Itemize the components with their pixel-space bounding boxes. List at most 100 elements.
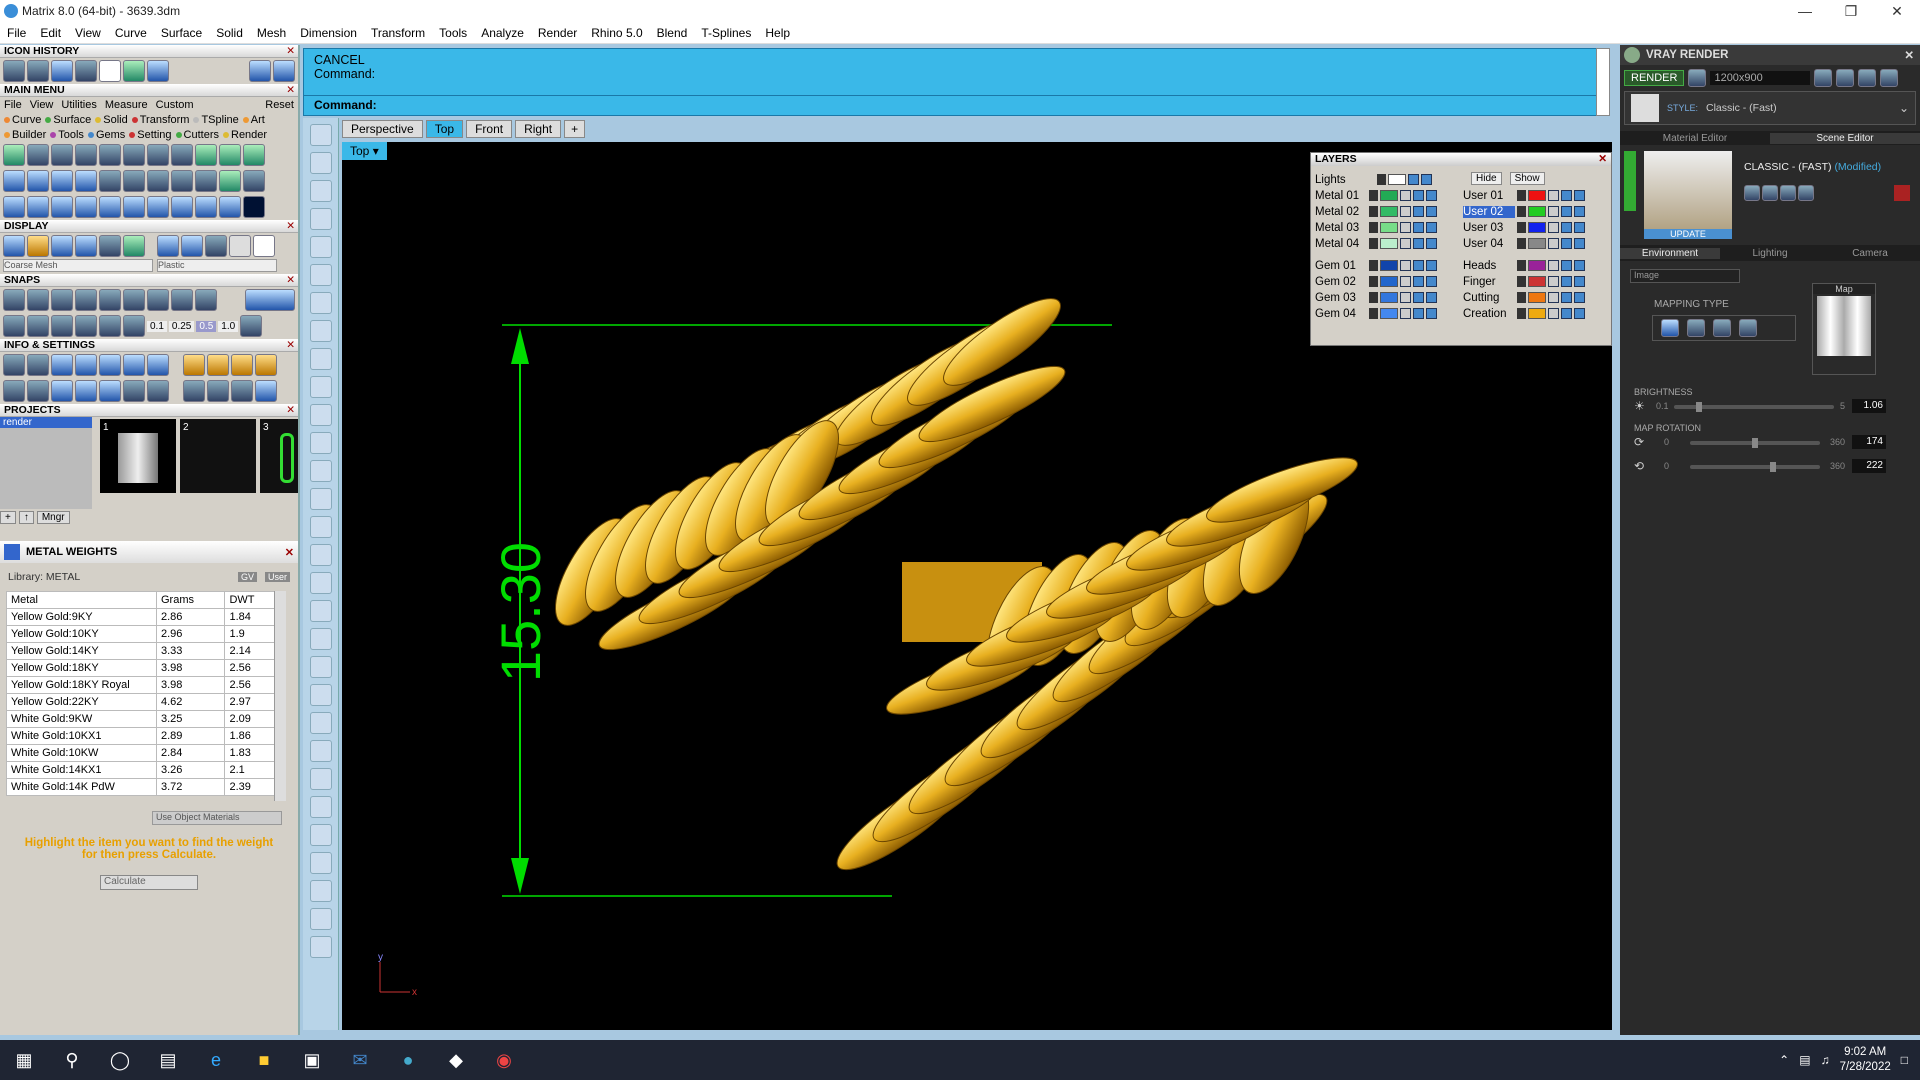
resolution-dropdown[interactable]: 1200x900 bbox=[1710, 71, 1811, 85]
draw-tool-icon[interactable] bbox=[309, 712, 332, 734]
material-dropdown[interactable]: Plastic bbox=[157, 259, 277, 272]
tab-environment[interactable]: Environment bbox=[1620, 247, 1720, 259]
draw-tool-icon[interactable] bbox=[309, 628, 332, 650]
edge-icon[interactable]: e bbox=[192, 1040, 240, 1080]
sphere-icon[interactable] bbox=[205, 235, 227, 257]
tool-icon[interactable] bbox=[27, 196, 49, 218]
color-swatch[interactable] bbox=[1528, 190, 1546, 201]
sphere-icon[interactable] bbox=[157, 235, 179, 257]
menu-view[interactable]: View bbox=[68, 26, 108, 40]
settings-icon[interactable] bbox=[3, 354, 25, 376]
display-icon[interactable] bbox=[3, 235, 25, 257]
color-swatch[interactable] bbox=[1380, 206, 1398, 217]
tool-icon[interactable] bbox=[171, 196, 193, 218]
draw-tool-icon[interactable] bbox=[309, 292, 332, 314]
tool-icon[interactable] bbox=[75, 170, 97, 192]
info-icon[interactable] bbox=[183, 354, 205, 376]
tab-scene-editor[interactable]: Scene Editor bbox=[1770, 132, 1920, 144]
render-icon[interactable] bbox=[1574, 222, 1585, 233]
expand-icon[interactable] bbox=[1377, 174, 1386, 185]
image-map-icon[interactable] bbox=[1739, 319, 1757, 337]
mm-art[interactable]: Art bbox=[242, 114, 265, 126]
tool-icon[interactable] bbox=[99, 170, 121, 192]
snap-icon[interactable] bbox=[27, 315, 49, 337]
tool-icon[interactable] bbox=[51, 144, 73, 166]
snap-value-3[interactable]: 0.5 bbox=[196, 320, 217, 332]
visible-icon[interactable] bbox=[1561, 222, 1572, 233]
info-icon[interactable] bbox=[27, 380, 49, 402]
snap-icon[interactable] bbox=[75, 315, 97, 337]
lock-icon[interactable] bbox=[1408, 174, 1419, 185]
tool-icon[interactable] bbox=[195, 196, 217, 218]
col-metal[interactable]: Metal bbox=[6, 591, 157, 609]
grid-icon[interactable] bbox=[240, 315, 263, 337]
layout-icon[interactable] bbox=[1836, 69, 1855, 87]
visible-icon[interactable] bbox=[1413, 260, 1424, 271]
brightness-value[interactable]: 1.06 bbox=[1852, 399, 1886, 413]
render-icon[interactable] bbox=[1574, 238, 1585, 249]
menu-rhino[interactable]: Rhino 5.0 bbox=[584, 26, 649, 40]
visible-icon[interactable] bbox=[1561, 238, 1572, 249]
table-row[interactable]: White Gold:14KX1 3.26 2.1 bbox=[6, 761, 281, 779]
draw-tool-icon[interactable] bbox=[309, 264, 332, 286]
close-icon[interactable]: ✕ bbox=[1598, 153, 1607, 165]
history-icon[interactable] bbox=[51, 60, 73, 82]
mm-custom[interactable]: Custom bbox=[156, 99, 194, 111]
tab-right[interactable]: Right bbox=[515, 120, 562, 138]
draw-tool-icon[interactable] bbox=[309, 488, 332, 510]
volume-icon[interactable]: ♫ bbox=[1821, 1053, 1830, 1067]
draw-tool-icon[interactable] bbox=[309, 684, 332, 706]
lock-icon[interactable] bbox=[1548, 276, 1559, 287]
history-icon[interactable] bbox=[3, 60, 25, 82]
draw-tool-icon[interactable] bbox=[309, 460, 332, 482]
rotation-value-2[interactable]: 222 bbox=[1852, 459, 1886, 473]
close-icon[interactable]: ✕ bbox=[1904, 48, 1914, 62]
up-project-button[interactable]: ↑ bbox=[18, 511, 34, 524]
tool-icon[interactable] bbox=[219, 170, 241, 192]
mngr-button[interactable]: Mngr bbox=[36, 511, 70, 524]
layer-row[interactable]: Heads bbox=[1463, 258, 1585, 273]
layer-row[interactable]: Creation bbox=[1463, 306, 1585, 321]
mm-measure[interactable]: Measure bbox=[105, 99, 148, 111]
save-as-icon[interactable] bbox=[1762, 185, 1778, 201]
minimize-button[interactable]: — bbox=[1782, 0, 1828, 22]
draw-tool-icon[interactable] bbox=[309, 124, 332, 146]
snap-toggle-button[interactable] bbox=[245, 289, 295, 311]
tool-icon[interactable] bbox=[123, 196, 145, 218]
snap-icon[interactable] bbox=[147, 289, 169, 311]
expand-icon[interactable] bbox=[1517, 292, 1526, 303]
tool-icon[interactable] bbox=[147, 196, 169, 218]
draw-tool-icon[interactable] bbox=[309, 348, 332, 370]
store-icon[interactable]: ▣ bbox=[288, 1040, 336, 1080]
rotation-knob-1[interactable] bbox=[1752, 438, 1758, 448]
visible-icon[interactable] bbox=[1561, 190, 1572, 201]
tool-icon[interactable] bbox=[99, 144, 121, 166]
style-selector[interactable]: STYLE: Classic - (Fast) ⌄ bbox=[1624, 91, 1916, 125]
layer-name[interactable]: Gem 03 bbox=[1315, 292, 1367, 304]
table-row[interactable]: Yellow Gold:18KY 3.98 2.56 bbox=[6, 659, 281, 677]
table-scrollbar[interactable] bbox=[274, 591, 286, 801]
add-icon[interactable] bbox=[1780, 185, 1796, 201]
history-icon[interactable] bbox=[123, 60, 145, 82]
layer-name[interactable]: Metal 02 bbox=[1315, 206, 1367, 218]
color-swatch[interactable] bbox=[1380, 190, 1398, 201]
lock-icon[interactable] bbox=[1400, 276, 1411, 287]
layer-name[interactable]: User 01 bbox=[1463, 190, 1515, 202]
tray-chevron-icon[interactable]: ⌃ bbox=[1779, 1053, 1789, 1067]
draw-tool-icon[interactable] bbox=[309, 824, 332, 846]
visible-icon[interactable] bbox=[1561, 276, 1572, 287]
search-icon[interactable]: ⚲ bbox=[48, 1040, 96, 1080]
tool-icon[interactable] bbox=[195, 144, 217, 166]
network-icon[interactable]: ▤ bbox=[1799, 1053, 1810, 1067]
restore-button[interactable]: ❐ bbox=[1828, 0, 1874, 22]
layer-name[interactable]: Heads bbox=[1463, 260, 1515, 272]
close-icon[interactable]: ✕ bbox=[286, 404, 295, 417]
snap-icon[interactable] bbox=[195, 289, 217, 311]
tool-icon[interactable] bbox=[51, 196, 73, 218]
layer-name[interactable]: Gem 04 bbox=[1315, 308, 1367, 320]
display-icon[interactable] bbox=[27, 235, 49, 257]
use-object-materials[interactable]: Use Object Materials bbox=[152, 811, 282, 825]
visible-icon[interactable] bbox=[1421, 174, 1432, 185]
box-map-icon[interactable] bbox=[1687, 319, 1705, 337]
sphere-icon[interactable] bbox=[51, 235, 73, 257]
